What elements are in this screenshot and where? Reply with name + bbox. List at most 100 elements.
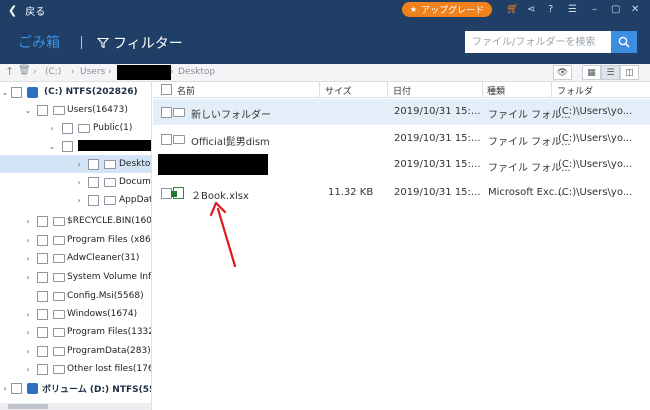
tree-item-users[interactable]: ⌄ Users(16473) [0, 101, 151, 119]
tree-item-drive-c[interactable]: ⌄ (C:) NTFS(202826) [0, 83, 151, 101]
column-divider[interactable] [482, 82, 483, 98]
checkbox[interactable] [88, 158, 99, 170]
tree-label: Docume [119, 177, 151, 187]
tree-item-user-folder[interactable]: ⌄ [0, 137, 151, 155]
chevron-right-icon[interactable]: › [23, 347, 33, 356]
tree-item-recycle-bin[interactable]: › $RECYCLE.BIN(160) [0, 212, 152, 230]
tree-item-config-msi[interactable]: Config.Msi(5568) [0, 287, 151, 305]
tab-filter[interactable]: フィルター [97, 33, 183, 53]
file-row[interactable]: 2019/10/31 15:... ファイル フォル... (C:)\Users… [153, 152, 650, 178]
column-date[interactable]: 日付 [393, 84, 411, 97]
checkbox[interactable] [37, 290, 48, 302]
redacted-username [117, 65, 171, 80]
folder-icon [53, 106, 65, 115]
tree-item-adwcleaner[interactable]: › AdwCleaner(31) [0, 249, 151, 267]
column-type[interactable]: 種類 [487, 84, 505, 97]
detail-view-button[interactable]: ◫ [620, 65, 639, 80]
folder-icon [104, 160, 116, 169]
search-button[interactable] [611, 31, 637, 53]
column-name[interactable]: 名前 [177, 84, 195, 97]
tree-item-program-files[interactable]: › Program Files(1332) [0, 323, 151, 341]
tree-item-system-volume[interactable]: › System Volume Inforr [0, 268, 151, 286]
tree-item-other-lost-files[interactable]: › Other lost files(17670 [0, 360, 151, 378]
tree-item-public[interactable]: › Public(1) [0, 119, 151, 137]
checkbox[interactable] [37, 234, 48, 246]
file-row[interactable]: 新しいフォルダー 2019/10/31 15:... ファイル フォル... (… [153, 99, 650, 125]
tree-item-appdata[interactable]: › AppData [0, 191, 151, 209]
grid-view-button[interactable]: ▦ [582, 65, 601, 80]
checkbox[interactable] [88, 176, 99, 188]
tree-item-desktop[interactable]: › Desktop [0, 155, 151, 173]
tree-label: $RECYCLE.BIN(160) [67, 216, 152, 226]
checkbox[interactable] [62, 122, 73, 134]
chevron-right-icon[interactable]: › [23, 236, 33, 245]
tree-label: Config.Msi(5568) [67, 291, 144, 301]
file-size: 11.32 KB [328, 187, 374, 198]
breadcrumb-chevron-icon: › [33, 67, 37, 77]
chevron-right-icon[interactable]: › [74, 196, 84, 205]
column-divider[interactable] [551, 82, 552, 98]
redacted-filename [158, 154, 268, 175]
checkbox[interactable] [37, 308, 48, 320]
scrollbar-thumb[interactable] [8, 404, 48, 409]
column-size[interactable]: サイズ [325, 84, 352, 97]
preview-toggle[interactable]: 👁︎ [553, 65, 572, 80]
up-arrow-icon[interactable]: ↑ [5, 65, 14, 78]
upgrade-label: アップグレード [421, 6, 485, 16]
back-button[interactable]: ❮ 戻る [8, 3, 45, 18]
tree-item-windows[interactable]: › Windows(1674) [0, 305, 151, 323]
chevron-right-icon[interactable]: › [23, 310, 33, 319]
chevron-down-icon[interactable]: ⌄ [0, 88, 10, 97]
column-folder[interactable]: フォルダ [557, 84, 593, 97]
chevron-right-icon[interactable]: › [74, 160, 84, 169]
tab-trash[interactable]: ごみ箱 [18, 32, 60, 52]
file-row[interactable]: Official髭男dism 2019/10/31 15:... ファイル フォ… [153, 126, 650, 152]
checkbox[interactable] [37, 271, 48, 283]
close-icon[interactable]: ✕ [631, 3, 639, 17]
checkbox[interactable] [11, 382, 22, 394]
checkbox[interactable] [11, 86, 22, 98]
row-checkbox[interactable] [161, 134, 172, 145]
checkbox[interactable] [62, 140, 73, 152]
chevron-right-icon[interactable]: › [47, 124, 57, 133]
row-checkbox[interactable] [161, 107, 172, 118]
breadcrumb-root[interactable]: (C:) [45, 67, 61, 77]
checkbox[interactable] [37, 326, 48, 338]
tree-item-documents[interactable]: › Docume [0, 173, 151, 191]
checkbox[interactable] [37, 363, 48, 375]
chevron-right-icon[interactable]: › [23, 273, 33, 282]
select-all-checkbox[interactable] [161, 84, 172, 95]
folder-icon [53, 273, 65, 282]
checkbox[interactable] [37, 104, 48, 116]
chevron-right-icon[interactable]: › [23, 217, 33, 226]
checkbox[interactable] [37, 252, 48, 264]
maximize-icon[interactable]: ▢ [611, 3, 620, 17]
help-icon[interactable]: ? [548, 3, 553, 17]
chevron-right-icon[interactable]: › [74, 178, 84, 187]
checkbox[interactable] [88, 194, 99, 206]
column-divider[interactable] [387, 82, 388, 98]
chevron-right-icon[interactable]: › [0, 384, 10, 393]
checkbox[interactable] [37, 215, 48, 227]
breadcrumb-users[interactable]: Users [80, 67, 105, 77]
chevron-right-icon[interactable]: › [23, 365, 33, 374]
checkbox[interactable] [37, 345, 48, 357]
chevron-right-icon[interactable]: › [23, 254, 33, 263]
tree-item-drive-d[interactable]: › ボリューム (D:) NTFS(558 [0, 379, 151, 397]
sidebar-horizontal-scrollbar[interactable] [0, 403, 151, 410]
share-icon[interactable]: ⋖ [527, 3, 535, 17]
tree-item-programdata[interactable]: › ProgramData(283) [0, 342, 151, 360]
column-divider[interactable] [319, 82, 320, 98]
upgrade-button[interactable]: ★ アップグレード [402, 2, 492, 17]
chevron-right-icon[interactable]: › [23, 328, 33, 337]
chevron-down-icon[interactable]: ⌄ [47, 142, 57, 151]
search-input[interactable] [465, 31, 611, 53]
chevron-down-icon[interactable]: ⌄ [23, 106, 33, 115]
cart-icon[interactable]: 🛒︎ [506, 3, 519, 17]
feedback-icon[interactable]: ☰ [568, 3, 577, 17]
list-view-button[interactable]: ☰ [601, 65, 620, 80]
breadcrumb-desktop[interactable]: Desktop [178, 67, 215, 77]
folder-icon [104, 178, 116, 187]
tree-item-program-files-x86[interactable]: › Program Files (x86)(5 [0, 231, 151, 249]
minimize-icon[interactable]: – [592, 3, 597, 17]
